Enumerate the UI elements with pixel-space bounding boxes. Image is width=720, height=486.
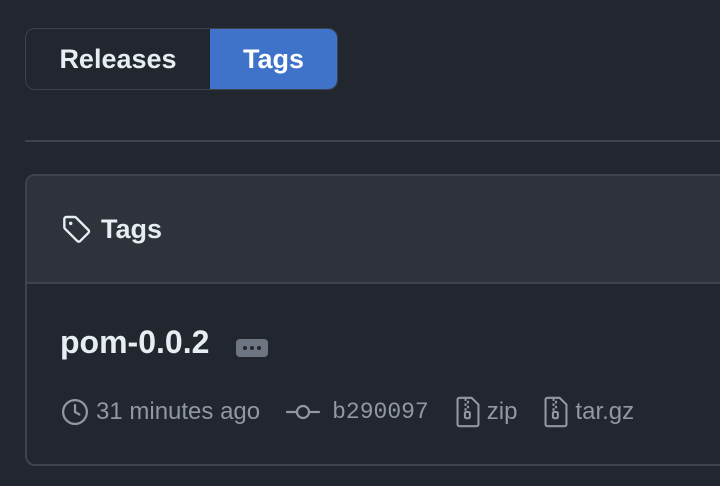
tag-name-link[interactable]: pom-0.0.2 <box>60 324 209 361</box>
tag-commit[interactable]: b290097 <box>286 399 429 425</box>
tag-time: 31 minutes ago <box>60 397 260 427</box>
ellipsis-icon <box>243 345 248 350</box>
tag-time-text: 31 minutes ago <box>96 398 261 425</box>
git-commit-icon <box>286 400 321 424</box>
tag-row: pom-0.0.2 <box>60 324 269 361</box>
clock-icon <box>60 397 90 427</box>
file-zip-icon <box>455 396 481 428</box>
ellipsis-dot <box>257 345 262 350</box>
download-targz[interactable]: tar.gz <box>543 396 634 428</box>
download-zip[interactable]: zip <box>455 396 518 428</box>
more-options-button[interactable] <box>236 338 269 357</box>
file-zip-icon <box>543 396 569 428</box>
releases-tags-toggle: Releases Tags <box>25 28 338 90</box>
releases-page: Releases Tags Tags pom-0.0.2 31 minutes … <box>0 0 720 486</box>
tag-meta-row: 31 minutes ago b290097 zip tar.gz <box>60 396 660 428</box>
ellipsis-dot <box>250 345 255 350</box>
section-divider <box>25 140 720 142</box>
tab-tags[interactable]: Tags <box>210 29 337 89</box>
tags-card-header: Tags <box>27 176 720 284</box>
commit-sha-link[interactable]: b290097 <box>332 399 429 425</box>
tag-icon <box>61 213 93 245</box>
card-title: Tags <box>101 213 163 244</box>
targz-link[interactable]: tar.gz <box>575 398 634 426</box>
tags-card: Tags pom-0.0.2 31 minutes ago b290097 zi… <box>25 174 720 466</box>
zip-link[interactable]: zip <box>487 398 518 426</box>
tab-releases[interactable]: Releases <box>26 29 210 89</box>
